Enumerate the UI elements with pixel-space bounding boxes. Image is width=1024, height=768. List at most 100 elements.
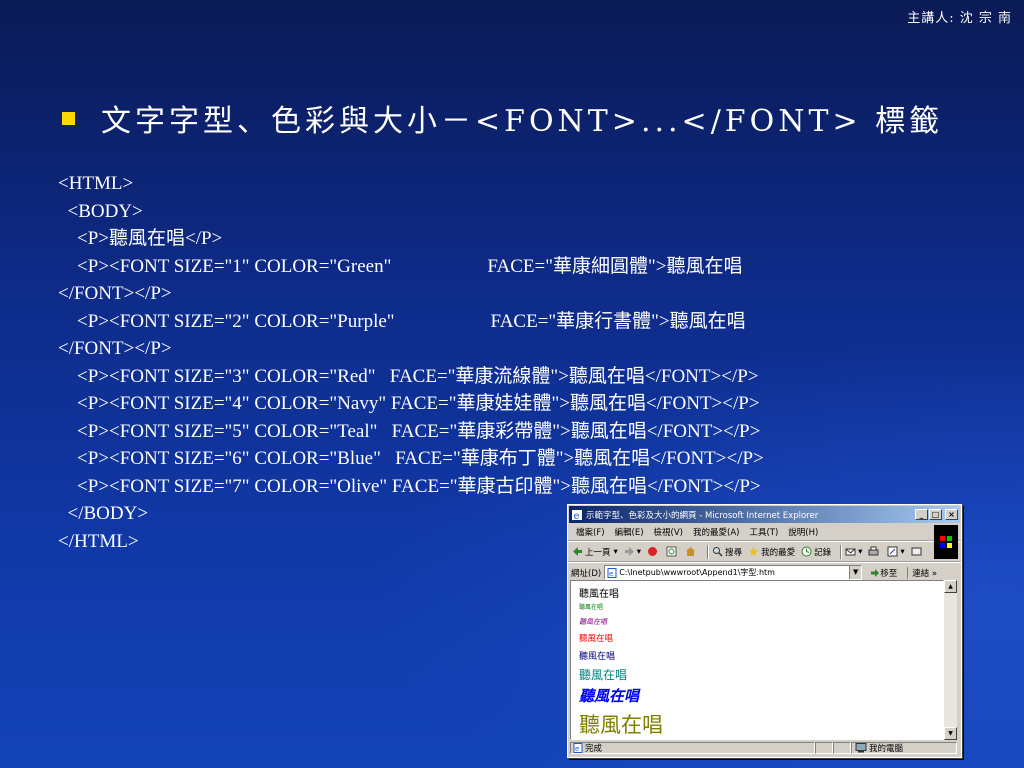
stop-button[interactable]: [647, 546, 660, 557]
search-button[interactable]: 搜尋: [712, 546, 742, 558]
menu-bar: 檔案(F) 編輯(E) 檢視(V) 我的最愛(A) 工具(T) 說明(H): [568, 524, 961, 559]
rendered-line-default: 聽風在唱: [579, 589, 619, 600]
history-label: 記錄: [814, 547, 832, 558]
code-line: <P><FONT SIZE="3" COLOR="Red" FACE="華康流線…: [58, 365, 759, 387]
code-line: </FONT></P>: [58, 283, 172, 304]
links-label: 連結: [912, 568, 930, 579]
code-line: <P><FONT SIZE="4" COLOR="Navy" FACE="華康娃…: [58, 393, 760, 414]
forward-button[interactable]: ▾: [624, 546, 641, 557]
code-line: <BODY>: [58, 200, 143, 222]
rendered-line-size5: 聽風在唱: [579, 668, 628, 682]
code-segment: FACE="華康行書體">聽風在唱: [490, 310, 746, 332]
home-button[interactable]: [685, 546, 698, 557]
status-text: 完成: [585, 744, 603, 754]
code-line: <P><FONT SIZE="2" COLOR="Purple" FACE="華康…: [58, 308, 764, 336]
favorites-button[interactable]: 我的最愛: [748, 546, 795, 558]
code-segment: FACE="華康細圓體">聽風在唱: [487, 255, 743, 277]
speaker-label: 主講人: 沈 宗 南: [907, 11, 1012, 26]
links-button[interactable]: 連結 »: [907, 566, 937, 579]
address-value: C:\Inetpub\wwwroot\Append1\字型.htm: [619, 568, 775, 577]
search-icon: [713, 547, 723, 557]
favorites-label: 我的最愛: [761, 547, 796, 558]
slide-title-row: 文字字型、色彩與大小－<FONT>...</FONT> 標籤: [62, 96, 943, 140]
code-line: <P><FONT SIZE="1" COLOR="Green" FACE="華康細…: [58, 253, 764, 281]
back-arrow-icon: [573, 547, 582, 556]
browser-title-bar[interactable]: e 示範字型、色彩及大小的網頁 - Microsoft Internet Exp…: [569, 506, 960, 523]
bullet-icon: [62, 111, 75, 125]
status-cell: [833, 742, 851, 754]
menu-edit[interactable]: 編輯(E): [615, 526, 644, 538]
vertical-scrollbar[interactable]: ▲ ▼: [944, 580, 957, 740]
discuss-icon: [911, 547, 922, 556]
mail-button[interactable]: ▾: [845, 546, 862, 557]
svg-text:e: e: [574, 511, 580, 521]
address-bar: 網址(D) e C:\Inetpub\wwwroot\Append1\字型.ht…: [568, 562, 961, 582]
discuss-button[interactable]: [911, 546, 924, 557]
scroll-up-button[interactable]: ▲: [944, 580, 957, 593]
edit-icon: [887, 546, 898, 557]
edit-button[interactable]: ▾: [887, 546, 905, 557]
code-line: <P><FONT SIZE="7" COLOR="Olive" FACE="華康…: [58, 475, 761, 497]
close-button[interactable]: ×: [945, 509, 958, 520]
rendered-line-size7: 聽風在唱: [579, 713, 663, 737]
code-line: <P><FONT SIZE="5" COLOR="Teal" FACE="華康彩…: [58, 420, 761, 442]
menu-favorites[interactable]: 我的最愛(A): [693, 526, 739, 538]
rendered-line-size6: 聽風在唱: [579, 687, 640, 705]
code-segment: <P><FONT SIZE="1" COLOR="Green": [58, 255, 392, 277]
menu-help[interactable]: 說明(H): [788, 526, 818, 538]
address-label: 網址(D): [571, 568, 602, 579]
code-line: <HTML>: [58, 173, 134, 194]
back-label: 上一頁: [585, 547, 611, 558]
address-input[interactable]: e C:\Inetpub\wwwroot\Append1\字型.htm ▼: [604, 565, 863, 580]
rendered-line-size1: 聽風在唱: [579, 604, 604, 611]
code-line: </FONT></P>: [58, 338, 172, 359]
code-line: <P><FONT SIZE="6" COLOR="Blue" FACE="華康布…: [58, 448, 764, 469]
page-content: 聽風在唱 聽風在唱 聽風在唱 聽風在唱 聽風在唱 聽風在唱 聽風在唱 聽風在唱: [570, 580, 944, 740]
go-arrow-icon: [871, 568, 880, 577]
rendered-line-size4: 聽風在唱: [579, 652, 616, 662]
windows-logo-icon: [934, 525, 958, 559]
status-cell: [815, 742, 833, 754]
rendered-line-size3: 聽風在唱: [579, 634, 614, 644]
page-done-icon: e: [573, 743, 583, 753]
search-label: 搜尋: [725, 547, 743, 558]
maximize-button[interactable]: □: [929, 509, 942, 520]
code-segment: <P><FONT SIZE="2" COLOR="Purple": [58, 310, 395, 332]
status-zone-cell: 我的電腦: [851, 742, 957, 754]
go-button[interactable]: 移至: [870, 567, 897, 579]
back-button[interactable]: 上一頁 ▾: [572, 546, 618, 558]
browser-title: 示範字型、色彩及大小的網頁 - Microsoft Internet Explo…: [586, 510, 819, 521]
stop-icon: [648, 547, 658, 556]
menu-tools[interactable]: 工具(T): [749, 526, 778, 538]
history-button[interactable]: 記錄: [801, 546, 831, 558]
go-label: 移至: [880, 568, 898, 579]
minimize-button[interactable]: _: [915, 509, 928, 520]
menu-view[interactable]: 檢視(V): [654, 526, 683, 538]
refresh-icon: [666, 546, 677, 557]
refresh-button[interactable]: [666, 546, 679, 557]
address-dropdown-button[interactable]: ▼: [849, 566, 862, 579]
browser-window: e 示範字型、色彩及大小的網頁 - Microsoft Internet Exp…: [567, 504, 962, 758]
mail-icon: [845, 548, 856, 556]
code-listing: <HTML> <BODY> <P>聽風在唱</P> <P><FONT SIZE=…: [58, 170, 764, 555]
status-zone: 我的電腦: [869, 744, 904, 754]
code-line: <P>聽風在唱</P>: [58, 228, 223, 249]
menu-file[interactable]: 檔案(F): [576, 526, 605, 538]
status-text-cell: e 完成: [570, 742, 815, 754]
slide-title: 文字字型、色彩與大小－<FONT>...</FONT> 標籤: [101, 104, 944, 139]
forward-arrow-icon: [624, 547, 634, 556]
page-icon: e: [607, 567, 617, 578]
status-bar: e 完成 我的電腦: [570, 741, 957, 755]
ie-icon: e: [572, 509, 582, 521]
print-button[interactable]: [868, 546, 881, 557]
favorites-icon: [749, 547, 759, 556]
my-computer-icon: [855, 743, 867, 753]
svg-text:e: e: [609, 570, 613, 578]
browser-toolbar: 上一頁 ▾ ▾ 搜尋 我的最愛 記錄 ▾ ▾: [568, 541, 961, 562]
history-icon: [801, 546, 812, 557]
print-icon: [868, 546, 879, 556]
svg-text:e: e: [575, 745, 579, 753]
rendered-line-size2: 聽風在唱: [579, 618, 607, 626]
home-icon: [686, 547, 696, 556]
scroll-down-button[interactable]: ▼: [944, 727, 957, 740]
